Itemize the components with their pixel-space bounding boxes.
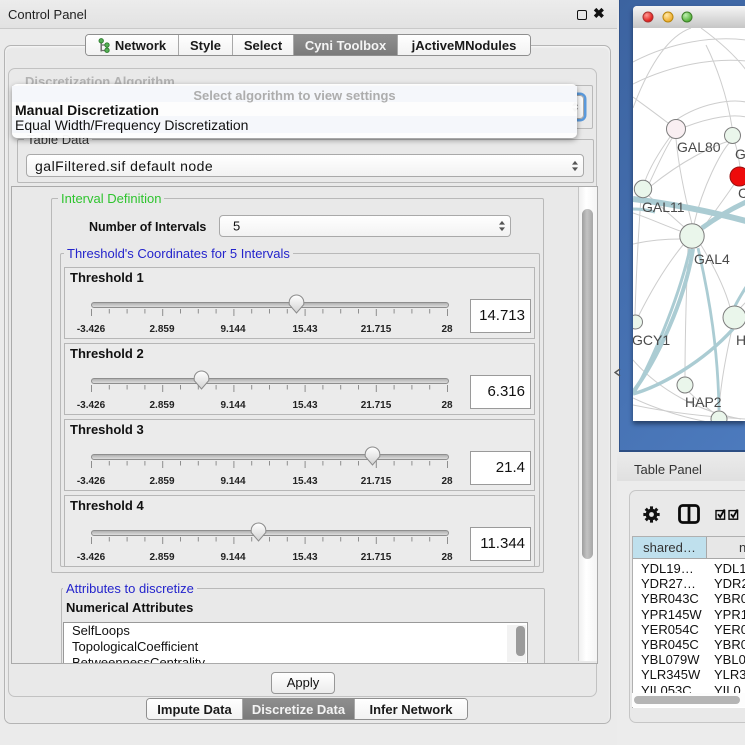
svg-text:HAP2: HAP2 [685, 394, 722, 410]
svg-text:GCY1: GCY1 [633, 332, 670, 348]
svg-text:H: H [736, 332, 745, 348]
svg-text:GAL4: GAL4 [694, 251, 730, 267]
svg-text:GAL80: GAL80 [677, 139, 721, 155]
svg-text:GAL11: GAL11 [642, 199, 685, 215]
svg-text:G.: G. [735, 146, 745, 162]
svg-text:C: C [738, 185, 745, 201]
